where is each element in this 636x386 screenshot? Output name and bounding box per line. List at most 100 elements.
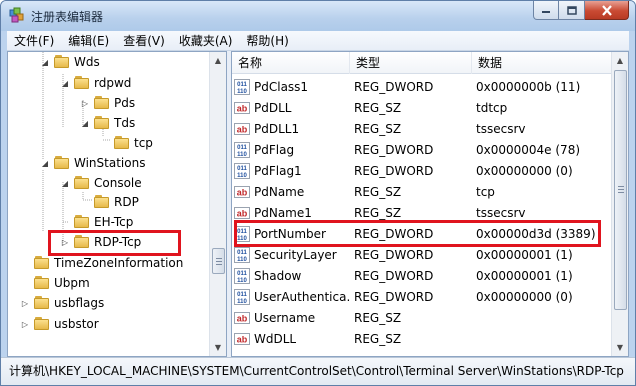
folder-icon [34, 317, 50, 331]
value-row[interactable]: ab PdDLL1 REG_SZ tssecsrv [232, 118, 612, 139]
tree-item-usbstor[interactable]: ▷ usbstor [20, 314, 99, 334]
client-area: ◢ Wds ◢ rdpwd ▷ Pds ◢ Tds tcp ◢ WinStati… [7, 51, 629, 357]
tree-item-label: usbstor [54, 317, 99, 331]
column-header-data[interactable]: 数据 [472, 52, 612, 74]
title-bar[interactable]: 注册表编辑器 [1, 1, 635, 31]
scroll-down-arrow-icon[interactable]: ▼ [210, 339, 226, 356]
tree-item-usbflags[interactable]: ▷ usbflags [20, 293, 104, 313]
tree-item-label: rdpwd [94, 76, 132, 90]
value-data-cell: tssecsrv [476, 121, 526, 136]
tree-item-ubpm[interactable]: Ubpm [20, 273, 90, 293]
svg-text:011: 011 [237, 250, 247, 256]
value-name: PdFlag1 [254, 163, 302, 178]
key-tree-pane[interactable]: ◢ Wds ◢ rdpwd ▷ Pds ◢ Tds tcp ◢ WinStati… [7, 51, 227, 357]
tree-item-eh-tcp[interactable]: EH-Tcp [60, 212, 133, 232]
scroll-up-arrow-icon[interactable]: ▲ [612, 52, 628, 69]
tree-item-rdpwd[interactable]: ◢ rdpwd [60, 73, 131, 93]
value-name-cell: ab WdDLL [232, 331, 350, 347]
tree-item-wds[interactable]: ◢ Wds [40, 52, 100, 72]
svg-text:ab: ab [237, 313, 248, 323]
status-bar: 计算机\HKEY_LOCAL_MACHINE\SYSTEM\CurrentCon… [1, 357, 635, 385]
value-data-cell: tcp [476, 184, 495, 199]
scroll-up-arrow-icon[interactable]: ▲ [210, 52, 226, 69]
values-list-pane[interactable]: 名称 类型 数据 011 110 PdClass1 REG_DWORD 0x000000… [231, 51, 629, 357]
value-name-cell: 011 110 PdFlag [232, 141, 350, 158]
value-row[interactable]: 011 110 SecurityLayer REG_DWORD 0x00000001 (… [232, 244, 612, 265]
value-data-cell: 0x00000001 (1) [476, 247, 573, 262]
svg-text:ab: ab [237, 208, 248, 218]
value-name: Shadow [254, 268, 302, 283]
scroll-down-arrow-icon[interactable]: ▼ [612, 339, 628, 356]
scrollbar-thumb[interactable] [614, 70, 627, 310]
value-data-cell: 0x00000000 (0) [476, 289, 573, 304]
list-vertical-scrollbar[interactable]: ▲ ▼ [611, 52, 628, 356]
value-name: Username [254, 310, 316, 325]
tree-item-pds[interactable]: ▷ Pds [80, 93, 135, 113]
expand-arrow-icon[interactable]: ▷ [80, 99, 90, 108]
tree-item-console[interactable]: ◢ Console [60, 173, 142, 193]
folder-icon [34, 256, 50, 270]
svg-text:ab: ab [237, 103, 248, 113]
close-button[interactable] [585, 1, 629, 20]
expand-arrow-icon[interactable]: ▷ [20, 320, 30, 329]
value-name-cell: ab PdName [232, 184, 350, 200]
close-icon [601, 4, 612, 16]
column-header-name[interactable]: 名称 [232, 52, 350, 74]
value-row[interactable]: ab PdName REG_SZ tcp [232, 181, 612, 202]
collapse-arrow-icon[interactable]: ◢ [80, 119, 90, 128]
menu-edit[interactable]: 编辑(E) [61, 32, 116, 49]
value-name: SecurityLayer [254, 247, 337, 262]
minimize-button[interactable] [533, 1, 559, 20]
menu-file[interactable]: 文件(F) [7, 32, 61, 49]
dword-value-icon: 011110 [234, 162, 250, 179]
value-row[interactable]: 011 110 Shadow REG_DWORD 0x00000001 (1) [232, 265, 612, 286]
tree-item-tcp[interactable]: tcp [100, 133, 153, 153]
value-name: PdFlag [254, 142, 295, 157]
tree-vertical-scrollbar[interactable]: ▲ ▼ [209, 52, 226, 356]
value-row[interactable]: 011 110 PdFlag1 REG_DWORD 0x00000000 (0) [232, 160, 612, 181]
value-row[interactable]: 011 110 UserAuthentica... REG_DWORD 0x000000… [232, 286, 612, 307]
tree-item-rdp[interactable]: RDP [80, 192, 139, 212]
value-name-cell: 011 110 UserAuthentica... [232, 288, 350, 305]
column-header-type[interactable]: 类型 [350, 52, 472, 74]
menu-view[interactable]: 查看(V) [116, 32, 172, 49]
caption-buttons [533, 1, 629, 21]
expand-arrow-icon[interactable]: ▷ [20, 299, 30, 308]
tree-item-timezoneinformation[interactable]: TimeZoneInformation [20, 253, 183, 273]
value-name-cell: ab PdDLL1 [232, 121, 350, 137]
tree-item-label: Console [94, 176, 142, 190]
value-row[interactable]: 011 110 PdClass1 REG_DWORD 0x0000000b (11) [232, 76, 612, 97]
scrollbar-thumb[interactable] [212, 248, 225, 274]
svg-text:011: 011 [237, 166, 247, 172]
folder-icon [74, 76, 90, 90]
folder-icon [34, 276, 50, 290]
menu-bar: 文件(F) 编辑(E) 查看(V) 收藏夹(A) 帮助(H) [7, 31, 629, 51]
collapse-arrow-icon[interactable]: ◢ [40, 159, 50, 168]
dword-value-icon: 011110 [234, 246, 250, 263]
value-type-cell: REG_SZ [354, 100, 402, 115]
value-name: PdClass1 [254, 79, 309, 94]
dword-value-icon: 011110 [234, 141, 250, 158]
value-row[interactable]: ab WdDLL REG_SZ [232, 328, 612, 349]
collapse-arrow-icon[interactable]: ◢ [60, 79, 70, 88]
value-type-cell: REG_SZ [354, 205, 402, 220]
tree-item-tds[interactable]: ◢ Tds [80, 113, 135, 133]
value-name: UserAuthentica... [254, 289, 350, 304]
menu-help[interactable]: 帮助(H) [239, 32, 295, 49]
string-value-icon: ab [234, 122, 250, 135]
value-type-cell: REG_SZ [354, 121, 402, 136]
folder-icon [54, 55, 70, 69]
svg-text:110: 110 [237, 257, 247, 263]
svg-text:110: 110 [237, 152, 247, 158]
collapse-arrow-icon[interactable]: ◢ [60, 179, 70, 188]
value-row[interactable]: ab PdDLL REG_SZ tdtcp [232, 97, 612, 118]
maximize-button[interactable] [559, 1, 585, 20]
value-row[interactable]: 011 110 PdFlag REG_DWORD 0x0000004e (78) [232, 139, 612, 160]
tree-item-label: Wds [74, 55, 100, 69]
tree-item-label: RDP [114, 195, 139, 209]
tree-item-winstations[interactable]: ◢ WinStations [40, 153, 145, 173]
collapse-arrow-icon[interactable]: ◢ [40, 58, 50, 67]
folder-icon [94, 96, 110, 110]
value-row[interactable]: ab Username REG_SZ [232, 307, 612, 328]
menu-favorites[interactable]: 收藏夹(A) [172, 32, 240, 49]
